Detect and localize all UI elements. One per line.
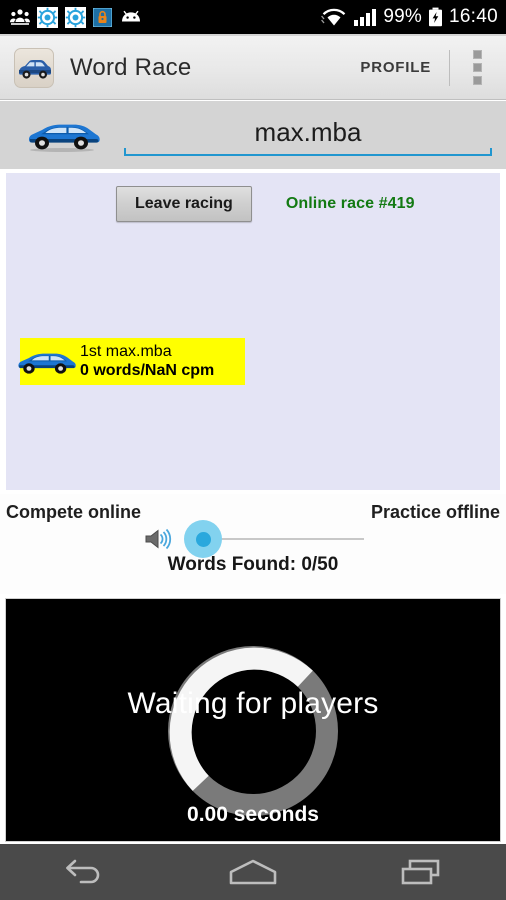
player-name-row [0, 101, 506, 169]
home-icon[interactable] [198, 844, 308, 900]
page-title: Word Race [70, 53, 192, 81]
profile-button[interactable]: PROFILE [346, 59, 445, 76]
people-group-icon [10, 8, 30, 26]
android-navigation-bar [0, 844, 506, 900]
action-bar: Word Race PROFILE [0, 36, 506, 100]
battery-percent: 99% [383, 6, 422, 27]
username-underline [124, 148, 492, 156]
leave-racing-button[interactable]: Leave racing [116, 186, 252, 222]
overflow-menu-icon[interactable] [454, 36, 500, 100]
phone-screen: 99% 16:40 Word Race PROFILE max.mba Leav… [0, 0, 506, 900]
action-bar-divider [449, 49, 450, 86]
race-track-panel: Leave racing Online race #419 1st max.mb… [6, 173, 500, 490]
blue-car-icon [16, 347, 76, 377]
cellular-signal-icon [353, 8, 377, 27]
waiting-panel: Waiting for players 0.00 seconds [5, 598, 501, 842]
lock-icon [93, 7, 112, 27]
waiting-message: Waiting for players [127, 687, 379, 720]
clock-time: 16:40 [448, 6, 498, 27]
battery-charging-icon [428, 7, 443, 27]
gear-badge-icon [65, 6, 86, 28]
elapsed-seconds: 0.00 seconds [187, 803, 319, 826]
mode-toggle[interactable] [184, 520, 364, 558]
android-head-icon [119, 10, 143, 25]
username-input[interactable] [124, 112, 492, 152]
racer-row[interactable]: 1st max.mba 0 words/NaN cpm [18, 338, 245, 385]
racer-position-label: 1st max.mba [80, 342, 172, 360]
racer-stats-label: 0 words/NaN cpm [80, 361, 215, 379]
wifi-icon [321, 8, 347, 27]
recent-apps-icon[interactable] [367, 844, 477, 900]
status-system-icons: 99% 16:40 [321, 6, 498, 28]
back-arrow-icon[interactable] [29, 844, 139, 900]
status-bar: 99% 16:40 [0, 0, 506, 34]
mode-section: Compete online Practice offline Words Fo… [0, 494, 506, 594]
app-car-icon [14, 47, 54, 88]
blue-car-icon [26, 118, 100, 152]
mode-toggle-thumb[interactable] [196, 532, 211, 547]
loading-spinner-icon [164, 642, 342, 820]
status-notification-icons [10, 6, 143, 28]
mode-toggle-track [206, 538, 364, 540]
words-found-label: Words Found: 0/50 [167, 554, 339, 575]
online-race-label: Online race #419 [285, 195, 415, 212]
speaker-on-icon[interactable] [142, 525, 176, 553]
gear-badge-icon [37, 6, 58, 28]
